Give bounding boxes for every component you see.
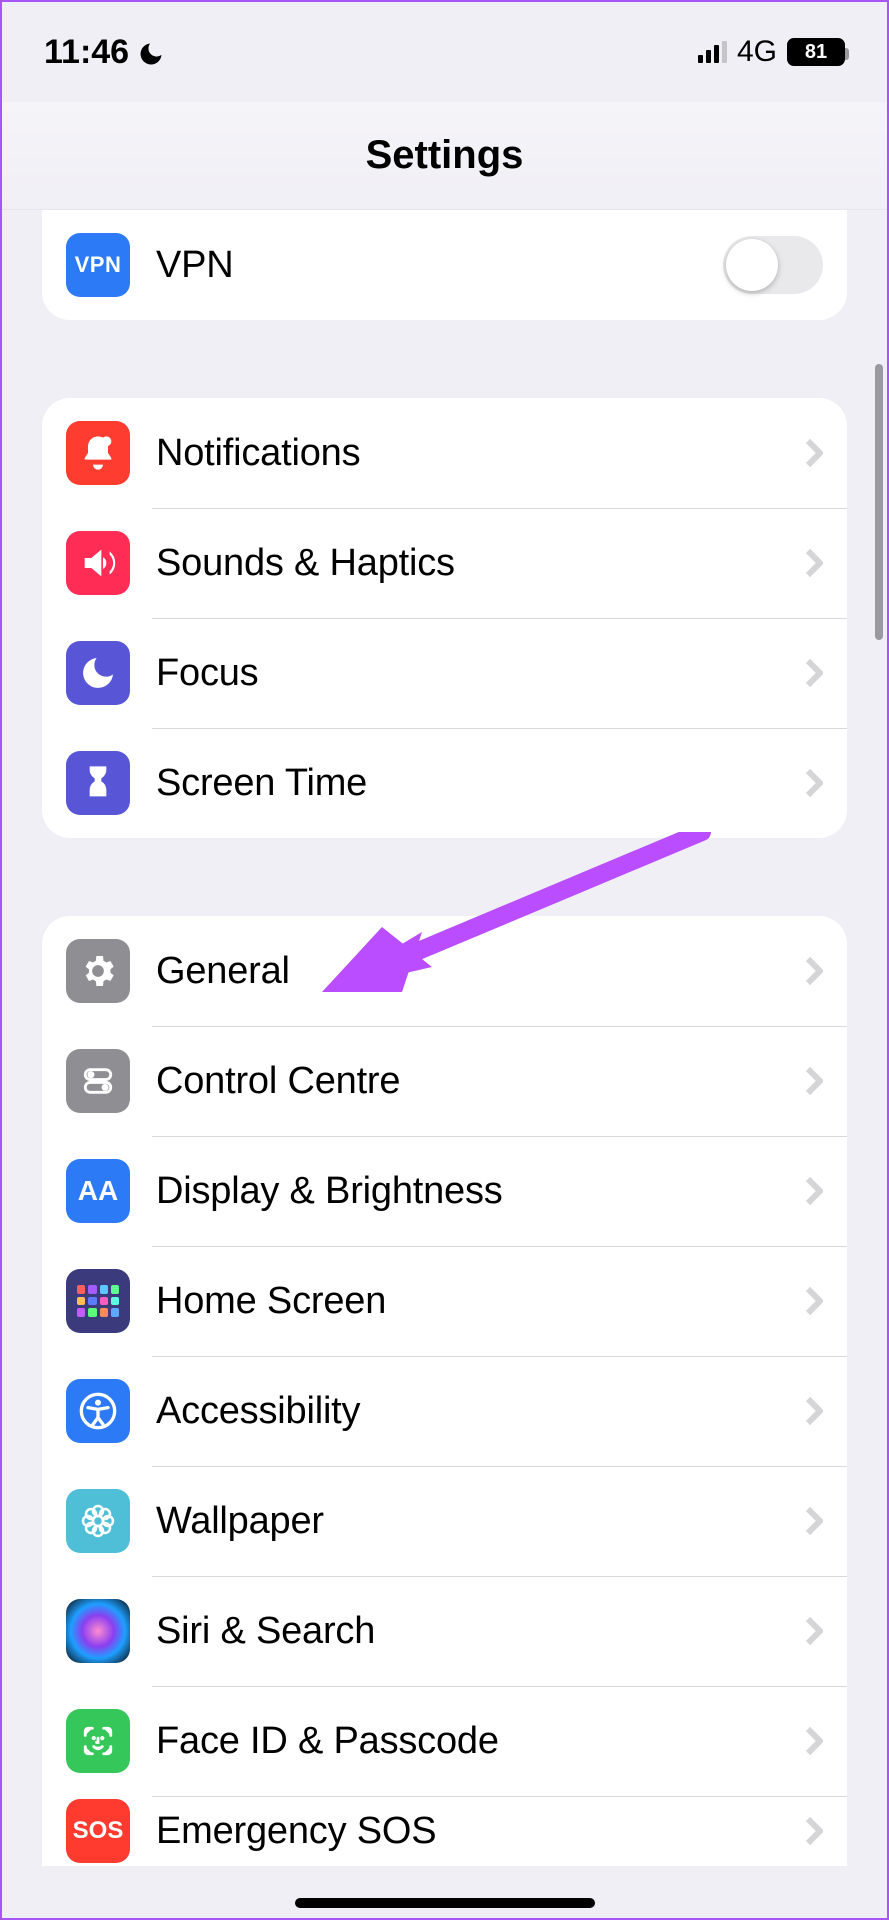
chevron-right-icon (805, 1176, 823, 1206)
do-not-disturb-icon (137, 38, 165, 66)
sounds-icon (66, 531, 130, 595)
row-label: Sounds & Haptics (156, 542, 805, 585)
home-screen-icon (66, 1269, 130, 1333)
screentime-icon (66, 751, 130, 815)
chevron-right-icon (805, 1066, 823, 1096)
row-label: Focus (156, 652, 805, 695)
battery-icon: 81 (787, 38, 845, 66)
control-centre-icon (66, 1049, 130, 1113)
general-icon (66, 939, 130, 1003)
sos-icon: SOS (66, 1799, 130, 1863)
row-label: Notifications (156, 432, 805, 475)
battery-percentage: 81 (805, 41, 827, 64)
status-left: 11:46 (44, 33, 165, 72)
chevron-right-icon (805, 768, 823, 798)
focus-icon (66, 641, 130, 705)
chevron-right-icon (805, 438, 823, 468)
settings-group-alerts: Notifications Sounds & Haptics Focus Scr… (42, 398, 847, 838)
row-focus[interactable]: Focus (42, 618, 847, 728)
chevron-right-icon (805, 658, 823, 688)
display-icon: AA (66, 1159, 130, 1223)
status-bar: 11:46 4G 81 (2, 2, 887, 102)
settings-group-system: General Control Centre AA Display & Brig… (42, 916, 847, 1866)
settings-group-network: VPN VPN (42, 210, 847, 320)
network-label: 4G (737, 35, 777, 69)
row-label: Accessibility (156, 1390, 805, 1433)
row-screentime[interactable]: Screen Time (42, 728, 847, 838)
chevron-right-icon (805, 548, 823, 578)
chevron-right-icon (805, 1726, 823, 1756)
row-label: Face ID & Passcode (156, 1720, 805, 1763)
row-label: Home Screen (156, 1280, 805, 1323)
accessibility-icon (66, 1379, 130, 1443)
siri-icon (66, 1599, 130, 1663)
row-sounds[interactable]: Sounds & Haptics (42, 508, 847, 618)
row-label: Control Centre (156, 1060, 805, 1103)
chevron-right-icon (805, 1616, 823, 1646)
row-label: Emergency SOS (156, 1810, 805, 1853)
faceid-icon (66, 1709, 130, 1773)
chevron-right-icon (805, 1816, 823, 1846)
notifications-icon (66, 421, 130, 485)
page-title: Settings (2, 102, 887, 210)
row-label: Wallpaper (156, 1500, 805, 1543)
row-label: General (156, 950, 805, 993)
cellular-signal-icon (698, 41, 727, 63)
wallpaper-icon (66, 1489, 130, 1553)
status-right: 4G 81 (698, 35, 845, 69)
row-control-centre[interactable]: Control Centre (42, 1026, 847, 1136)
row-label: Display & Brightness (156, 1170, 805, 1213)
row-label: Screen Time (156, 762, 805, 805)
row-label: Siri & Search (156, 1610, 805, 1653)
chevron-right-icon (805, 1286, 823, 1316)
chevron-right-icon (805, 1506, 823, 1536)
status-time: 11:46 (44, 33, 129, 72)
row-emergency-sos[interactable]: SOS Emergency SOS (42, 1796, 847, 1866)
row-home-screen[interactable]: Home Screen (42, 1246, 847, 1356)
row-display[interactable]: AA Display & Brightness (42, 1136, 847, 1246)
row-vpn[interactable]: VPN VPN (42, 210, 847, 320)
home-indicator[interactable] (295, 1898, 595, 1908)
vpn-icon: VPN (66, 233, 130, 297)
row-general[interactable]: General (42, 916, 847, 1026)
row-label: VPN (156, 244, 723, 287)
vpn-toggle[interactable] (723, 236, 823, 294)
row-notifications[interactable]: Notifications (42, 398, 847, 508)
chevron-right-icon (805, 956, 823, 986)
row-faceid[interactable]: Face ID & Passcode (42, 1686, 847, 1796)
settings-list[interactable]: VPN VPN Notifications Sounds & Haptics F… (2, 210, 887, 1918)
chevron-right-icon (805, 1396, 823, 1426)
row-wallpaper[interactable]: Wallpaper (42, 1466, 847, 1576)
row-accessibility[interactable]: Accessibility (42, 1356, 847, 1466)
row-siri[interactable]: Siri & Search (42, 1576, 847, 1686)
